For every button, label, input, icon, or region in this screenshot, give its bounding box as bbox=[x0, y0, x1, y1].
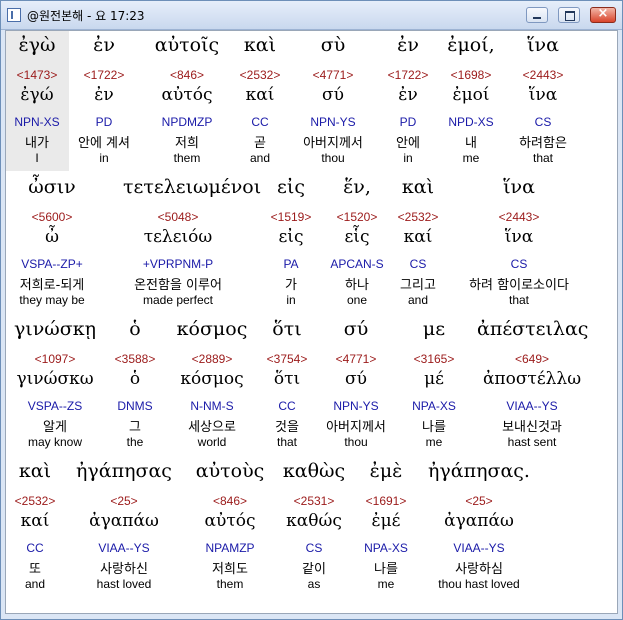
english-gloss: thou hast loved bbox=[438, 577, 520, 591]
lemma: ἵνα bbox=[504, 227, 534, 247]
lemma: καί bbox=[403, 227, 433, 247]
app-icon[interactable] bbox=[7, 8, 21, 22]
strongs-number[interactable]: <5048> bbox=[123, 210, 233, 224]
window-title: @원전본해 - 요 17:23 bbox=[27, 9, 145, 23]
close-button[interactable]: × bbox=[590, 6, 616, 23]
english-gloss: that bbox=[532, 151, 553, 165]
title-bar[interactable]: @원전본해 - 요 17:23 × bbox=[1, 1, 622, 30]
greek-word: ὦσιν bbox=[28, 176, 76, 198]
english-gloss: me bbox=[425, 435, 443, 449]
minimize-button[interactable] bbox=[526, 7, 548, 23]
english-gloss: that bbox=[508, 293, 529, 307]
minimize-icon bbox=[533, 17, 541, 19]
greek-word: ἵνα bbox=[527, 34, 559, 56]
lemma: ὦ bbox=[45, 227, 59, 247]
english-gloss: hast sent bbox=[507, 435, 557, 449]
greek-word: ἠγάπησας bbox=[76, 460, 172, 482]
lemma: τελειόω bbox=[143, 227, 213, 247]
parsing-code: VIAA--YS bbox=[98, 541, 150, 555]
korean-gloss: 온전함을 이루어 bbox=[134, 278, 222, 293]
lemma: ἀποστέλλω bbox=[482, 369, 582, 389]
parsing-code: CS bbox=[510, 257, 528, 271]
greek-word: καὶ bbox=[401, 176, 435, 198]
parsing-code: CS bbox=[534, 115, 552, 129]
strongs-number[interactable]: <3165> bbox=[379, 352, 489, 366]
korean-gloss: 사랑하심 bbox=[455, 562, 503, 577]
greek-word: ἠγάπησας. bbox=[428, 460, 530, 482]
lemma: μέ bbox=[424, 369, 444, 389]
korean-gloss: 사랑하신 bbox=[100, 562, 148, 577]
korean-gloss: 하려 함이로소이다 bbox=[469, 278, 569, 293]
english-gloss: hast loved bbox=[96, 577, 152, 591]
parsing-code: VSPA--ZP+ bbox=[21, 257, 83, 271]
lemma: ἀγαπάω bbox=[89, 511, 159, 531]
greek-word: ἀπέστειλας bbox=[477, 318, 589, 340]
strongs-number[interactable]: <2443> bbox=[488, 68, 598, 82]
korean-gloss: 하려함은 bbox=[519, 136, 567, 151]
strongs-number[interactable]: <649> bbox=[477, 352, 587, 366]
greek-word: με bbox=[422, 318, 446, 340]
parsing-code: VIAA--YS bbox=[453, 541, 505, 555]
lemma: ἵνα bbox=[528, 85, 558, 105]
strongs-number[interactable]: <25> bbox=[424, 494, 534, 508]
parsing-code: VIAA--YS bbox=[506, 399, 558, 413]
english-gloss: and bbox=[407, 293, 429, 307]
interlinear-panel[interactable]: ἐγὼ <1473> ἐγώ NPN-XS 내가 I ἐν <1722> ἐν … bbox=[5, 30, 618, 614]
parsing-code: +VPRPNM-P bbox=[142, 257, 214, 271]
lemma: ἀγαπάω bbox=[444, 511, 514, 531]
close-icon: × bbox=[597, 6, 609, 21]
greek-word: τετελειωμένοι bbox=[123, 176, 262, 198]
korean-gloss: 나를 bbox=[422, 420, 446, 435]
greek-word: ἵνα bbox=[503, 176, 535, 198]
korean-gloss: 보내신것과 bbox=[502, 420, 562, 435]
maximize-button[interactable] bbox=[558, 7, 580, 23]
strongs-number[interactable]: <25> bbox=[69, 494, 179, 508]
app-window: @원전본해 - 요 17:23 × ἐγὼ <1473> ἐγώ NPN-XS … bbox=[0, 0, 623, 620]
english-gloss: they may be bbox=[19, 293, 85, 307]
strongs-number[interactable]: <2443> bbox=[464, 210, 574, 224]
maximize-icon bbox=[565, 11, 575, 21]
strongs-number[interactable]: <2532> bbox=[363, 210, 473, 224]
korean-gloss: 저희로-되게 bbox=[19, 278, 85, 293]
english-gloss: made perfect bbox=[142, 293, 214, 307]
parsing-code: CS bbox=[409, 257, 427, 271]
strongs-number[interactable]: <5600> bbox=[6, 210, 107, 224]
parsing-code: NPA-XS bbox=[412, 399, 456, 413]
korean-gloss: 그리고 bbox=[400, 278, 436, 293]
